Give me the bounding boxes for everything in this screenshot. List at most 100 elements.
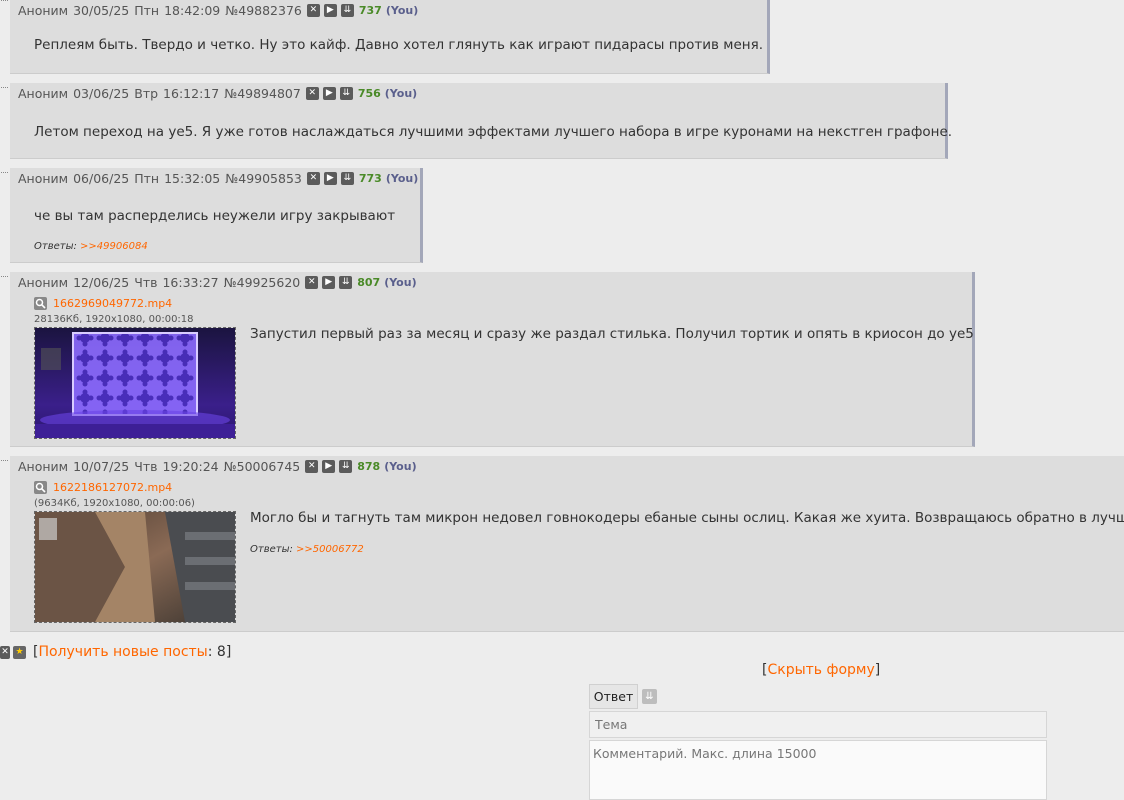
- post-message: Летом переход на уе5. Я уже готов наслаж…: [34, 124, 953, 140]
- hide-post-icon[interactable]: ✕: [306, 4, 320, 17]
- post-time: 16:12:17: [163, 86, 220, 101]
- play-icon[interactable]: ▶: [323, 172, 337, 185]
- post-day: Чтв: [134, 275, 158, 290]
- play-icon[interactable]: ▶: [323, 4, 337, 17]
- hide-post-icon[interactable]: ✕: [305, 276, 319, 289]
- download-icon[interactable]: ⇊: [339, 460, 353, 473]
- post-id-link[interactable]: №49905853: [225, 171, 302, 186]
- star-icon[interactable]: ★: [13, 645, 26, 659]
- post-header: Аноним 03/06/25 Втр 16:12:17 №49894807 ✕…: [18, 86, 417, 101]
- get-new-posts-link[interactable]: Получить новые посты: [38, 644, 207, 660]
- hide-post-icon[interactable]: ✕: [306, 172, 320, 185]
- post-message: че вы там расперделись неужели игру закр…: [34, 208, 396, 224]
- post-date: 10/07/25: [73, 459, 130, 474]
- post-time: 19:20:24: [162, 459, 219, 474]
- post-header: Аноним 30/05/25 Птн 18:42:09 №49882376 ✕…: [18, 3, 418, 18]
- post-49905853: Аноним 06/06/25 Птн 15:32:05 №49905853 ✕…: [1, 168, 423, 263]
- post-id-link[interactable]: №50006745: [224, 459, 301, 474]
- play-icon[interactable]: ▶: [322, 460, 336, 473]
- post-number: 737: [358, 4, 382, 17]
- download-icon[interactable]: ⇊: [340, 172, 354, 185]
- post-number: 773: [358, 172, 382, 185]
- post-id-link[interactable]: №49894807: [224, 86, 301, 101]
- post-header: Аноним 10/07/25 Чтв 19:20:24 №50006745 ✕…: [18, 459, 417, 474]
- post-time: 15:32:05: [164, 171, 221, 186]
- post-49925620: Аноним 12/06/25 Чтв 16:33:27 №49925620 ✕…: [1, 272, 975, 447]
- post-message: Могло бы и тагнуть там микрон недовел го…: [250, 510, 1124, 526]
- post-day: Чтв: [134, 459, 158, 474]
- post-date: 12/06/25: [73, 275, 130, 290]
- post-date: 03/06/25: [73, 86, 130, 101]
- download-icon[interactable]: ⇊: [339, 87, 353, 100]
- post-50006745: Аноним 10/07/25 Чтв 19:20:24 №50006745 ✕…: [1, 456, 1124, 632]
- comment-textarea[interactable]: [589, 740, 1047, 800]
- file-row: 1622186127072.mp4: [34, 481, 172, 494]
- video-thumbnail[interactable]: [34, 327, 236, 439]
- reply-link[interactable]: >>49906084: [80, 241, 148, 252]
- reply-tab[interactable]: Ответ: [589, 684, 638, 709]
- post-date: 30/05/25: [73, 3, 130, 18]
- search-icon[interactable]: [34, 481, 47, 494]
- hide-post-icon[interactable]: ✕: [305, 460, 319, 473]
- video-thumbnail[interactable]: [34, 511, 236, 623]
- play-icon[interactable]: ▶: [322, 276, 336, 289]
- poster-name: Аноним: [18, 171, 69, 186]
- post-time: 16:33:27: [162, 275, 219, 290]
- new-posts-count: 8: [216, 644, 226, 660]
- poster-name: Аноним: [18, 86, 69, 101]
- replies-label: Ответы:: [34, 241, 77, 252]
- file-row: 1662969049772.mp4: [34, 297, 172, 310]
- post-id-link[interactable]: №49882376: [225, 3, 302, 18]
- post-replies: Ответы: >>50006772: [250, 544, 364, 555]
- post-message: Реплеям быть. Твердо и четко. Ну это кай…: [34, 37, 763, 53]
- poster-name: Аноним: [18, 3, 69, 18]
- post-number: 878: [357, 460, 381, 473]
- scroll-down-icon[interactable]: ⇊: [642, 689, 657, 704]
- post-connector: [1, 87, 8, 88]
- thread-footer: ✕ ★ [ Получить новые посты : 8 ]: [0, 644, 231, 660]
- you-badge: (You): [385, 172, 419, 185]
- post-header: Аноним 12/06/25 Чтв 16:33:27 №49925620 ✕…: [18, 275, 417, 290]
- post-49894807: Аноним 03/06/25 Втр 16:12:17 №49894807 ✕…: [1, 83, 952, 159]
- bracket-close: ]: [225, 644, 232, 660]
- post-connector: [1, 172, 8, 173]
- poster-name: Аноним: [18, 459, 69, 474]
- file-name-link[interactable]: 1662969049772.mp4: [53, 297, 172, 310]
- post-number: 807: [357, 276, 381, 289]
- reply-link[interactable]: >>50006772: [296, 544, 364, 555]
- you-badge: (You): [384, 460, 417, 473]
- hide-post-icon[interactable]: ✕: [305, 87, 319, 100]
- post-connector: [1, 0, 8, 1]
- play-icon[interactable]: ▶: [322, 87, 336, 100]
- hide-form-link[interactable]: Скрыть форму: [767, 662, 874, 678]
- thumbnail-image: [35, 512, 235, 622]
- post-header: Аноним 06/06/25 Птн 15:32:05 №49905853 ✕…: [18, 171, 418, 186]
- you-badge: (You): [384, 87, 418, 100]
- you-badge: (You): [385, 4, 419, 17]
- file-meta: 28136Кб, 1920x1080, 00:00:18: [34, 314, 194, 325]
- file-meta: (9634Кб, 1920x1080, 00:00:06): [34, 498, 195, 509]
- hide-form-row: [Скрыть форму]: [762, 662, 880, 678]
- download-icon[interactable]: ⇊: [340, 4, 354, 17]
- post-day: Птн: [134, 3, 160, 18]
- download-icon[interactable]: ⇊: [339, 276, 353, 289]
- file-name-link[interactable]: 1622186127072.mp4: [53, 481, 172, 494]
- post-id-link[interactable]: №49925620: [224, 275, 301, 290]
- post-replies: Ответы: >>49906084: [34, 241, 148, 252]
- bracket-close: ]: [874, 662, 881, 678]
- poster-name: Аноним: [18, 275, 69, 290]
- post-49882376: Аноним 30/05/25 Птн 18:42:09 №49882376 ✕…: [1, 0, 770, 74]
- post-connector: [1, 460, 8, 461]
- close-icon[interactable]: ✕: [0, 645, 10, 659]
- post-connector: [1, 276, 8, 277]
- replies-label: Ответы:: [250, 544, 293, 555]
- search-icon[interactable]: [34, 297, 47, 310]
- post-day: Птн: [134, 171, 160, 186]
- post-time: 18:42:09: [164, 3, 221, 18]
- post-date: 06/06/25: [73, 171, 130, 186]
- thumbnail-image: [35, 328, 235, 438]
- post-number: 756: [357, 87, 381, 100]
- you-badge: (You): [384, 276, 417, 289]
- post-day: Втр: [134, 86, 159, 101]
- subject-input[interactable]: [589, 711, 1047, 738]
